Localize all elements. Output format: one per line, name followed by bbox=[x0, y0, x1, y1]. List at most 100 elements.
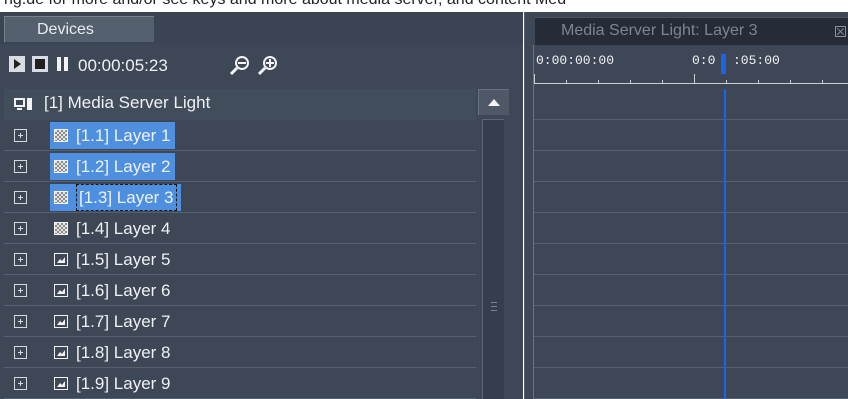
playback-toolbar: 00:00:05:23 bbox=[0, 44, 523, 89]
ruler-label-mid-a: 0:0 bbox=[692, 53, 716, 68]
ruler-tick bbox=[598, 80, 599, 84]
expand-icon[interactable] bbox=[14, 253, 27, 266]
layer-row[interactable]: [1.9] Layer 9 bbox=[4, 368, 476, 399]
timeline-row bbox=[534, 213, 848, 244]
layer-label: [1.6] Layer 6 bbox=[76, 281, 171, 300]
layer-row[interactable]: [1.2] Layer 2 bbox=[4, 151, 476, 182]
pause-icon bbox=[55, 56, 71, 72]
scroll-thumb[interactable] bbox=[482, 119, 504, 399]
zoom-in-icon bbox=[257, 56, 277, 76]
layer-label: [1.5] Layer 5 bbox=[76, 250, 171, 269]
expand-icon[interactable] bbox=[14, 284, 27, 297]
pause-button[interactable] bbox=[55, 56, 71, 72]
layer-row[interactable]: [1.3] Layer 3 bbox=[4, 182, 476, 213]
timeline-row bbox=[534, 368, 848, 399]
ruler-baseline bbox=[534, 83, 848, 84]
ruler-tick bbox=[822, 80, 823, 84]
timeline-tab-title: Media Server Light: Layer 3 bbox=[561, 22, 758, 39]
devices-panel: Devices 00:00:05:23 [1] Media Server Lig… bbox=[0, 12, 523, 399]
zoom-in-button[interactable] bbox=[256, 53, 280, 77]
playhead-line[interactable] bbox=[724, 89, 726, 399]
layer-row[interactable]: [1.5] Layer 5 bbox=[4, 244, 476, 275]
close-icon[interactable] bbox=[835, 26, 846, 37]
timeline-row bbox=[534, 244, 848, 275]
layer-item[interactable]: [1.4] Layer 4 bbox=[50, 215, 175, 242]
ruler-tick bbox=[662, 80, 663, 84]
stop-icon bbox=[32, 56, 48, 72]
expand-icon[interactable] bbox=[14, 191, 27, 204]
play-icon bbox=[9, 56, 25, 72]
timeline-row bbox=[534, 151, 848, 182]
timeline-row bbox=[534, 89, 848, 120]
ruler-label-mid-b: :05:00 bbox=[733, 53, 780, 68]
image-layer-icon bbox=[54, 377, 68, 390]
checker-layer-icon bbox=[54, 191, 68, 204]
ruler-label-start: 0:00:00:00 bbox=[536, 53, 615, 68]
ruler-tick bbox=[758, 80, 759, 84]
stop-button[interactable] bbox=[32, 56, 48, 72]
expand-icon[interactable] bbox=[14, 346, 27, 359]
timeline-row bbox=[534, 275, 848, 306]
device-root-label: [1] Media Server Light bbox=[44, 93, 211, 112]
devices-tab[interactable]: Devices bbox=[4, 16, 154, 42]
device-root-row[interactable]: [1] Media Server Light bbox=[4, 89, 476, 120]
layer-label: [1.8] Layer 8 bbox=[76, 343, 171, 362]
scroll-up-button[interactable] bbox=[478, 89, 509, 115]
timeline-tab[interactable]: Media Server Light: Layer 3 bbox=[535, 17, 848, 45]
timeline-row bbox=[534, 120, 848, 151]
timeline-tracks[interactable] bbox=[533, 89, 848, 399]
image-layer-icon bbox=[54, 346, 68, 359]
expand-icon[interactable] bbox=[14, 222, 27, 235]
layer-row[interactable]: [1.6] Layer 6 bbox=[4, 275, 476, 306]
ruler-tick bbox=[630, 80, 631, 84]
vertical-scrollbar[interactable] bbox=[478, 89, 509, 399]
layer-label: [1.1] Layer 1 bbox=[76, 126, 171, 145]
layer-item[interactable]: [1.3] Layer 3 bbox=[50, 184, 181, 211]
expand-icon[interactable] bbox=[14, 160, 27, 173]
expand-icon[interactable] bbox=[14, 129, 27, 142]
image-layer-icon bbox=[54, 284, 68, 297]
image-layer-icon bbox=[54, 315, 68, 328]
layer-label: [1.9] Layer 9 bbox=[76, 374, 171, 393]
layer-row[interactable]: [1.4] Layer 4 bbox=[4, 213, 476, 244]
image-layer-icon bbox=[54, 253, 68, 266]
layer-item[interactable]: [1.1] Layer 1 bbox=[50, 122, 175, 149]
layer-row[interactable]: [1.7] Layer 7 bbox=[4, 306, 476, 337]
devices-tab-row: Devices bbox=[0, 12, 523, 44]
zoom-out-button[interactable] bbox=[228, 53, 252, 77]
expand-icon[interactable] bbox=[14, 315, 27, 328]
timeline-row bbox=[534, 306, 848, 337]
layer-item[interactable]: [1.5] Layer 5 bbox=[50, 246, 175, 273]
layer-item[interactable]: [1.2] Layer 2 bbox=[50, 153, 175, 180]
playhead-handle[interactable] bbox=[721, 54, 726, 74]
zoom-out-icon bbox=[229, 56, 249, 76]
checker-layer-icon bbox=[54, 129, 68, 142]
layer-item[interactable]: [1.6] Layer 6 bbox=[50, 277, 175, 304]
layer-label: [1.7] Layer 7 bbox=[76, 312, 171, 331]
device-icon bbox=[14, 98, 32, 110]
grip-icon bbox=[491, 302, 497, 311]
ruler-tick bbox=[726, 80, 727, 84]
layer-item[interactable]: [1.8] Layer 8 bbox=[50, 339, 175, 366]
layer-label: [1.2] Layer 2 bbox=[76, 157, 171, 176]
timeline-panel: Media Server Light: Layer 3 0:00:00:00 0… bbox=[524, 12, 848, 399]
timeline-row bbox=[534, 182, 848, 213]
timeline-row bbox=[534, 337, 848, 368]
layer-row[interactable]: [1.1] Layer 1 bbox=[4, 120, 476, 151]
time-ruler[interactable]: 0:00:00:00 0:0 :05:00 bbox=[533, 45, 848, 89]
play-button[interactable] bbox=[9, 56, 25, 72]
device-tree: [1] Media Server Light [1.1] Layer 1 [1.… bbox=[0, 89, 523, 399]
checker-layer-icon bbox=[54, 222, 68, 235]
layer-row[interactable]: [1.8] Layer 8 bbox=[4, 337, 476, 368]
ruler-tick bbox=[534, 74, 535, 84]
expand-icon[interactable] bbox=[14, 377, 27, 390]
ruler-tick bbox=[566, 80, 567, 84]
top-text: ng.de for more and/or see keys and more … bbox=[4, 0, 566, 9]
top-text-strip: ng.de for more and/or see keys and more … bbox=[0, 0, 848, 12]
ruler-tick bbox=[694, 74, 695, 84]
checker-layer-icon bbox=[54, 160, 68, 173]
layer-item[interactable]: [1.9] Layer 9 bbox=[50, 370, 175, 397]
layer-item[interactable]: [1.7] Layer 7 bbox=[50, 308, 175, 335]
layer-label-focused: [1.3] Layer 3 bbox=[76, 184, 177, 211]
playback-time: 00:00:05:23 bbox=[78, 56, 168, 75]
